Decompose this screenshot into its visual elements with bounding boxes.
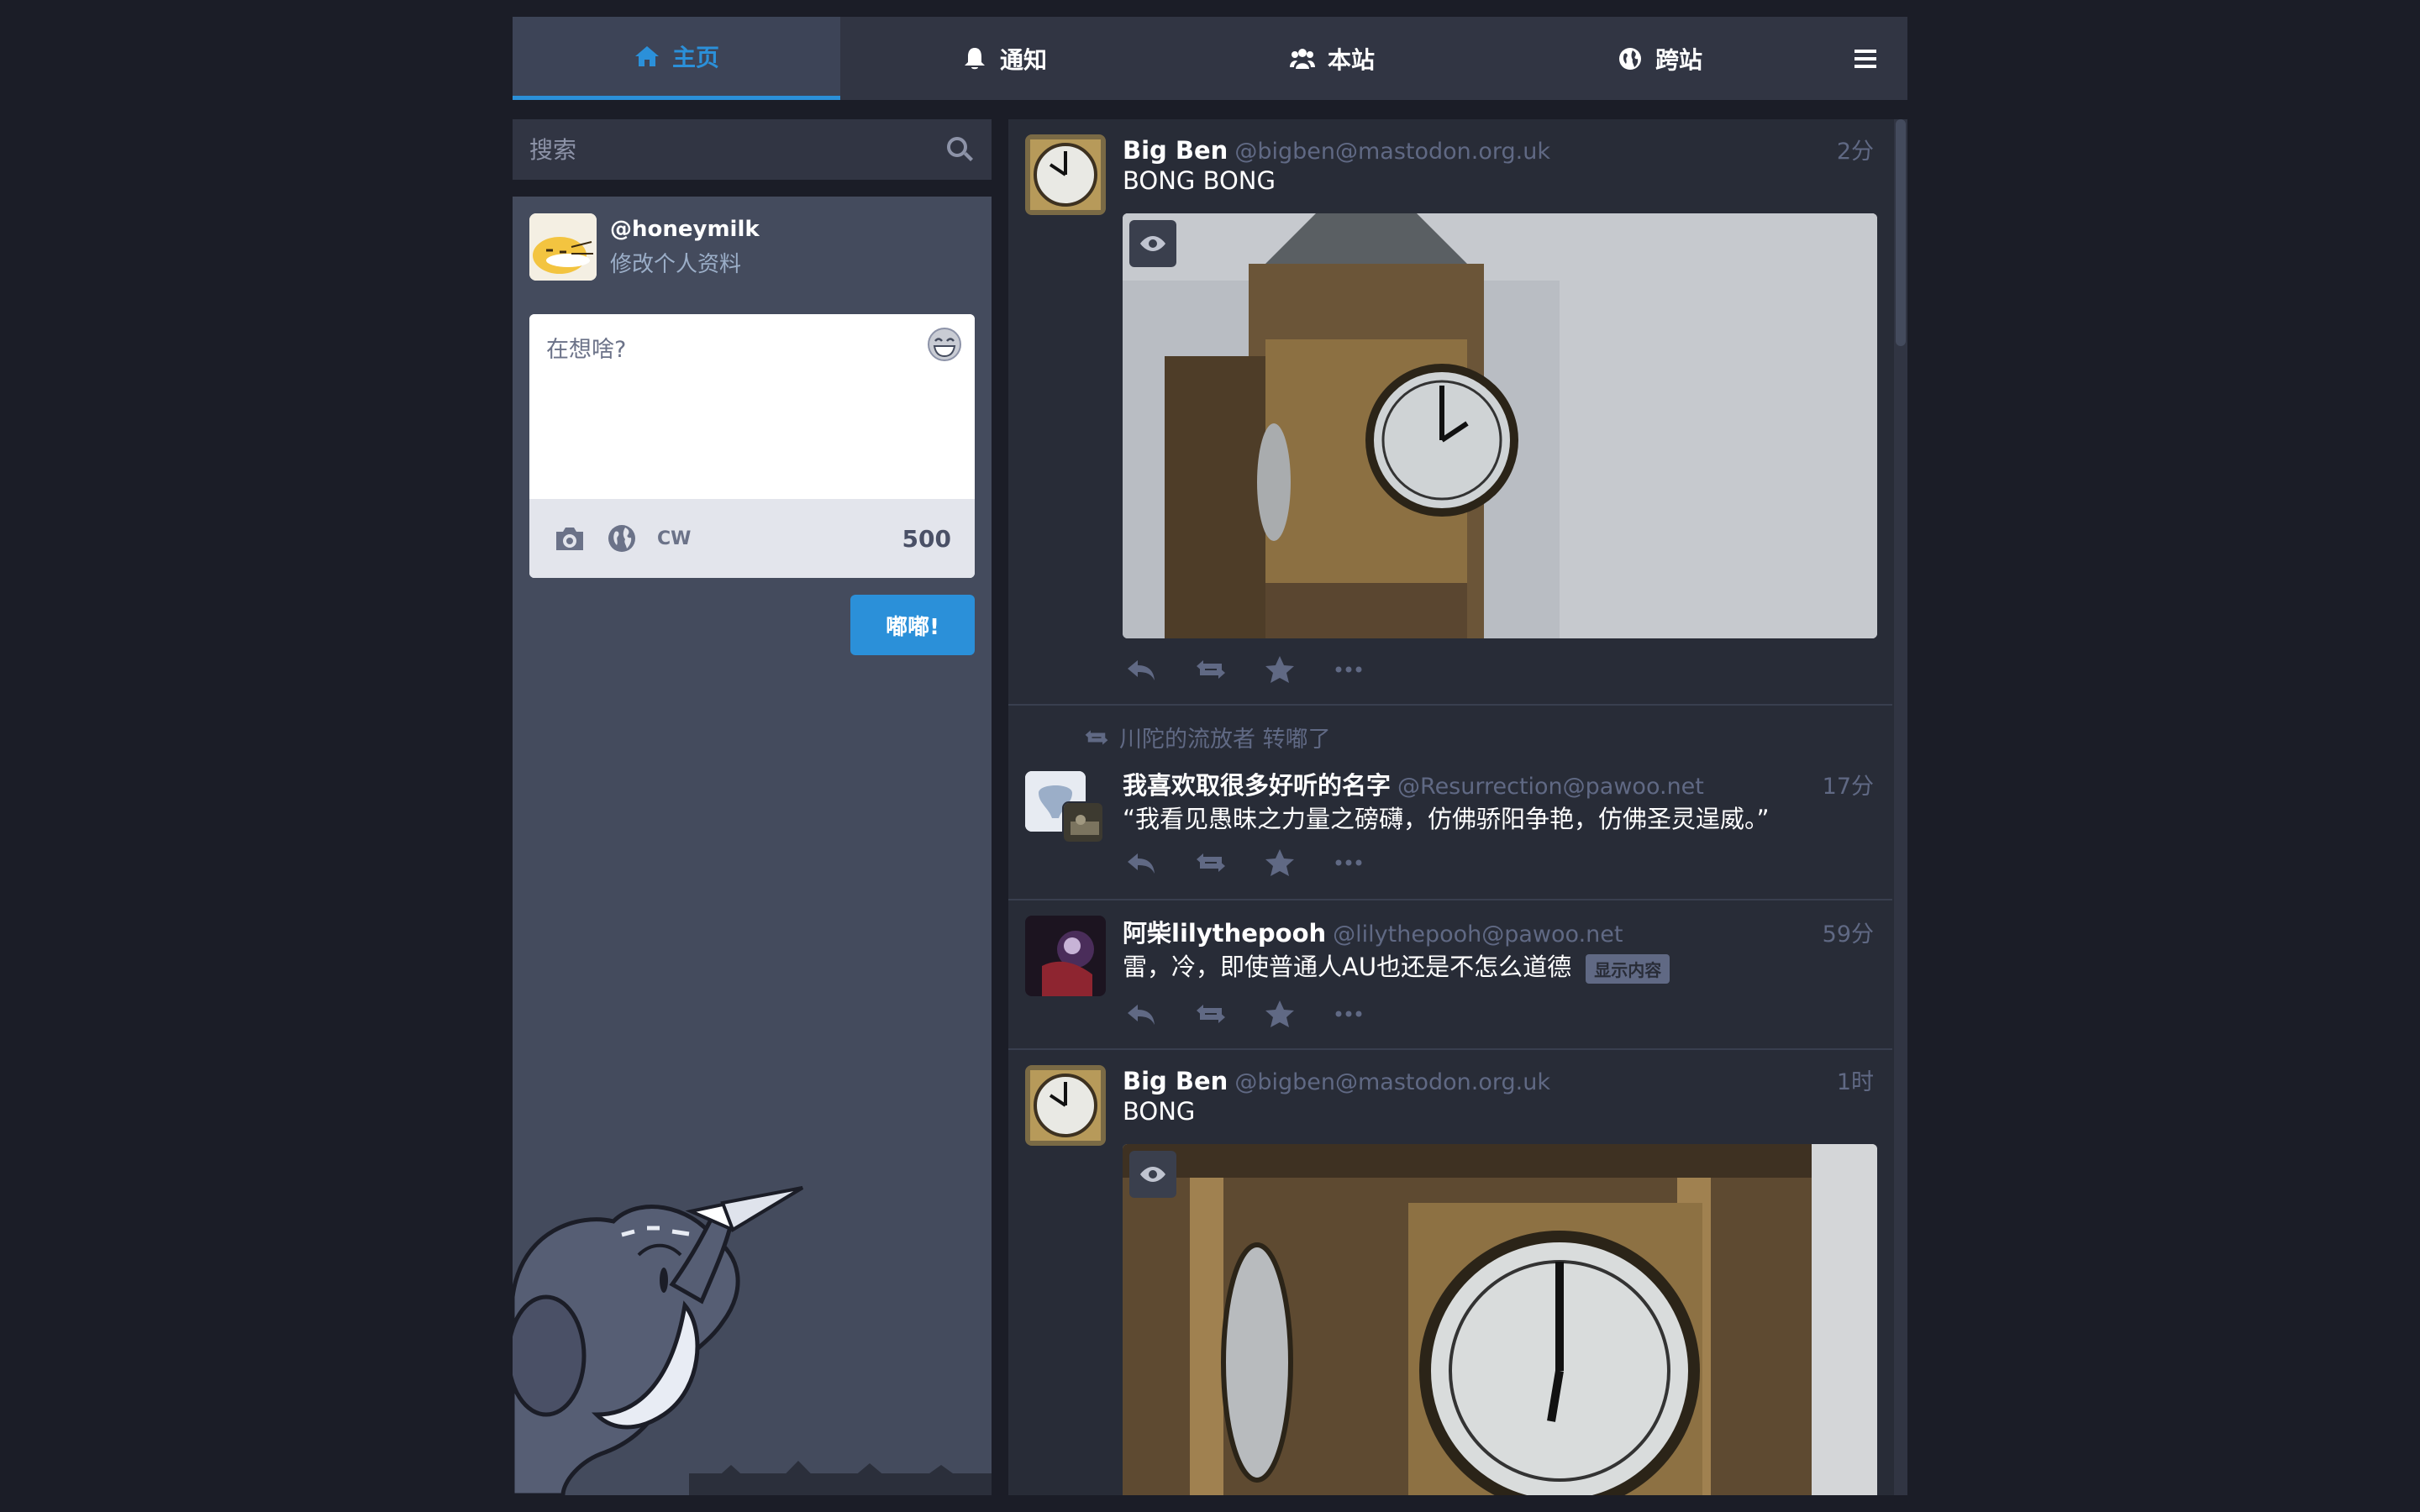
status-actions (1126, 998, 1365, 1030)
status-item[interactable]: 川陀的流放者 转嘟了 我喜欢取很多好听的名字 @Resurrection@paw… (1008, 706, 1892, 900)
display-name[interactable]: Big Ben (1123, 1067, 1228, 1095)
clock-avatar-image (1025, 1065, 1106, 1146)
compose-drawer: @honeymilk 修改个人资料 CW 500 嘟嘟! (513, 197, 992, 1495)
favourite-star-icon[interactable] (1264, 998, 1296, 1030)
favourite-star-icon[interactable] (1264, 654, 1296, 685)
status-header: 我喜欢取很多好听的名字 @Resurrection@pawoo.net 17分 (1123, 766, 1874, 801)
more-options-icon[interactable] (1333, 847, 1365, 879)
show-content-button[interactable]: 显示内容 (1586, 953, 1670, 984)
status-content: BONG BONG (1123, 166, 1276, 195)
emoji-picker-icon[interactable] (926, 326, 963, 363)
tab-notifications-label: 通知 (999, 45, 1047, 74)
scrollbar-thumb[interactable] (1896, 119, 1906, 346)
reply-icon[interactable] (1126, 654, 1158, 685)
edit-profile-link[interactable]: 修改个人资料 (610, 247, 760, 278)
hide-media-toggle[interactable] (1129, 1151, 1176, 1198)
status-content: “我看见愚昧之力量之磅礴，仿佛骄阳争艳，仿佛圣灵逞威。” (1123, 805, 1770, 833)
camera-icon[interactable] (553, 522, 587, 555)
tab-home[interactable]: 主页 (513, 17, 840, 100)
status-header: Big Ben @bigben@mastodon.org.uk 2分 (1123, 133, 1874, 165)
column-tab-bar: 主页 通知 本站 跨站 (513, 17, 1907, 100)
mastodon-mascot-illustration (513, 1186, 992, 1495)
character-counter: 500 (902, 524, 951, 553)
tab-federated-label: 跨站 (1655, 45, 1702, 74)
status-content: 雷，冷，即使普通人AU也还是不怎么道德 显示内容 (1123, 948, 1670, 984)
avatar[interactable] (529, 213, 597, 281)
compose-toolbar: CW 500 (529, 499, 975, 578)
compose-textarea[interactable] (529, 314, 975, 499)
tab-federated[interactable]: 跨站 (1496, 17, 1823, 100)
reply-icon[interactable] (1126, 998, 1158, 1030)
reblog-prepend: 川陀的流放者 转嘟了 (1084, 721, 1331, 753)
status-header: 阿柴lilythepooh @lilythepooh@pawoo.net 59分 (1123, 914, 1874, 949)
tab-local-label: 本站 (1327, 45, 1375, 74)
clock-face-closeup-photo (1123, 1144, 1877, 1495)
hide-media-toggle[interactable] (1129, 220, 1176, 267)
media-attachment[interactable] (1123, 1144, 1877, 1495)
timeline-scrollbar[interactable] (1894, 119, 1907, 1495)
reblogger-avatar[interactable] (1062, 801, 1104, 843)
boost-icon[interactable] (1195, 847, 1227, 879)
search-input[interactable] (529, 135, 944, 164)
spoiler-text: 雷，冷，即使普通人AU也还是不怎么道德 (1123, 953, 1572, 981)
eye-icon (1140, 236, 1165, 251)
status-header: Big Ben @bigben@mastodon.org.uk 1时 (1123, 1063, 1874, 1096)
more-options-icon[interactable] (1333, 654, 1365, 685)
users-icon (1289, 48, 1315, 69)
account-handle[interactable]: @bigben@mastodon.org.uk (1234, 139, 1550, 165)
hamburger-menu-icon (1854, 49, 1876, 68)
egg-mascot-avatar-image (529, 213, 597, 281)
account-handle[interactable]: @bigben@mastodon.org.uk (1234, 1069, 1550, 1095)
search-bar (513, 119, 992, 180)
avatar[interactable] (1025, 1065, 1106, 1146)
reblogger-avatar-image (1064, 803, 1102, 842)
content-warning-toggle[interactable]: CW (657, 528, 691, 549)
bell-icon (964, 47, 985, 69)
display-name[interactable]: Big Ben (1123, 136, 1228, 165)
status-content: BONG (1123, 1097, 1196, 1126)
tab-local[interactable]: 本站 (1168, 17, 1496, 100)
status-item[interactable]: Big Ben @bigben@mastodon.org.uk 1时 BONG (1008, 1050, 1892, 1495)
user-avatar-image (1025, 916, 1106, 996)
boost-icon (1085, 729, 1108, 745)
more-options-icon[interactable] (1333, 998, 1365, 1030)
favourite-star-icon[interactable] (1264, 847, 1296, 879)
globe-icon (1618, 47, 1641, 70)
privacy-globe-icon[interactable] (605, 522, 639, 555)
relative-time[interactable]: 1时 (1837, 1063, 1874, 1096)
relative-time[interactable]: 17分 (1823, 768, 1874, 801)
eye-icon (1140, 1167, 1165, 1182)
current-user-card: @honeymilk 修改个人资料 (529, 213, 760, 281)
tab-notifications[interactable]: 通知 (840, 17, 1168, 100)
tab-home-label: 主页 (671, 44, 719, 71)
status-item[interactable]: 阿柴lilythepooh @lilythepooh@pawoo.net 59分… (1008, 900, 1892, 1050)
reply-icon[interactable] (1126, 847, 1158, 879)
clock-tower-photo (1123, 213, 1877, 638)
avatar[interactable] (1025, 134, 1106, 215)
clock-avatar-image (1025, 134, 1106, 215)
search-icon[interactable] (944, 134, 975, 165)
boost-icon[interactable] (1195, 654, 1227, 685)
home-timeline[interactable]: Big Ben @bigben@mastodon.org.uk 2分 BONG … (1008, 119, 1907, 1495)
status-actions (1126, 847, 1365, 879)
relative-time[interactable]: 59分 (1823, 916, 1874, 948)
boost-icon[interactable] (1195, 998, 1227, 1030)
home-icon (634, 46, 659, 66)
profile-handle: @honeymilk (610, 216, 760, 242)
media-attachment[interactable] (1123, 213, 1877, 638)
account-handle[interactable]: @lilythepooh@pawoo.net (1333, 921, 1623, 948)
toot-button[interactable]: 嘟嘟! (850, 595, 975, 655)
compose-form: CW 500 (529, 314, 975, 578)
profile-info: @honeymilk 修改个人资料 (610, 217, 760, 278)
status-item[interactable]: Big Ben @bigben@mastodon.org.uk 2分 BONG … (1008, 119, 1892, 706)
relative-time[interactable]: 2分 (1837, 133, 1874, 165)
display-name[interactable]: 我喜欢取很多好听的名字 (1123, 766, 1391, 801)
menu-button[interactable] (1823, 17, 1907, 100)
status-actions (1126, 654, 1365, 685)
display-name[interactable]: 阿柴lilythepooh (1123, 914, 1326, 949)
avatar[interactable] (1025, 916, 1106, 996)
account-handle[interactable]: @Resurrection@pawoo.net (1397, 774, 1704, 800)
reblogged-by-text[interactable]: 川陀的流放者 转嘟了 (1119, 721, 1331, 753)
